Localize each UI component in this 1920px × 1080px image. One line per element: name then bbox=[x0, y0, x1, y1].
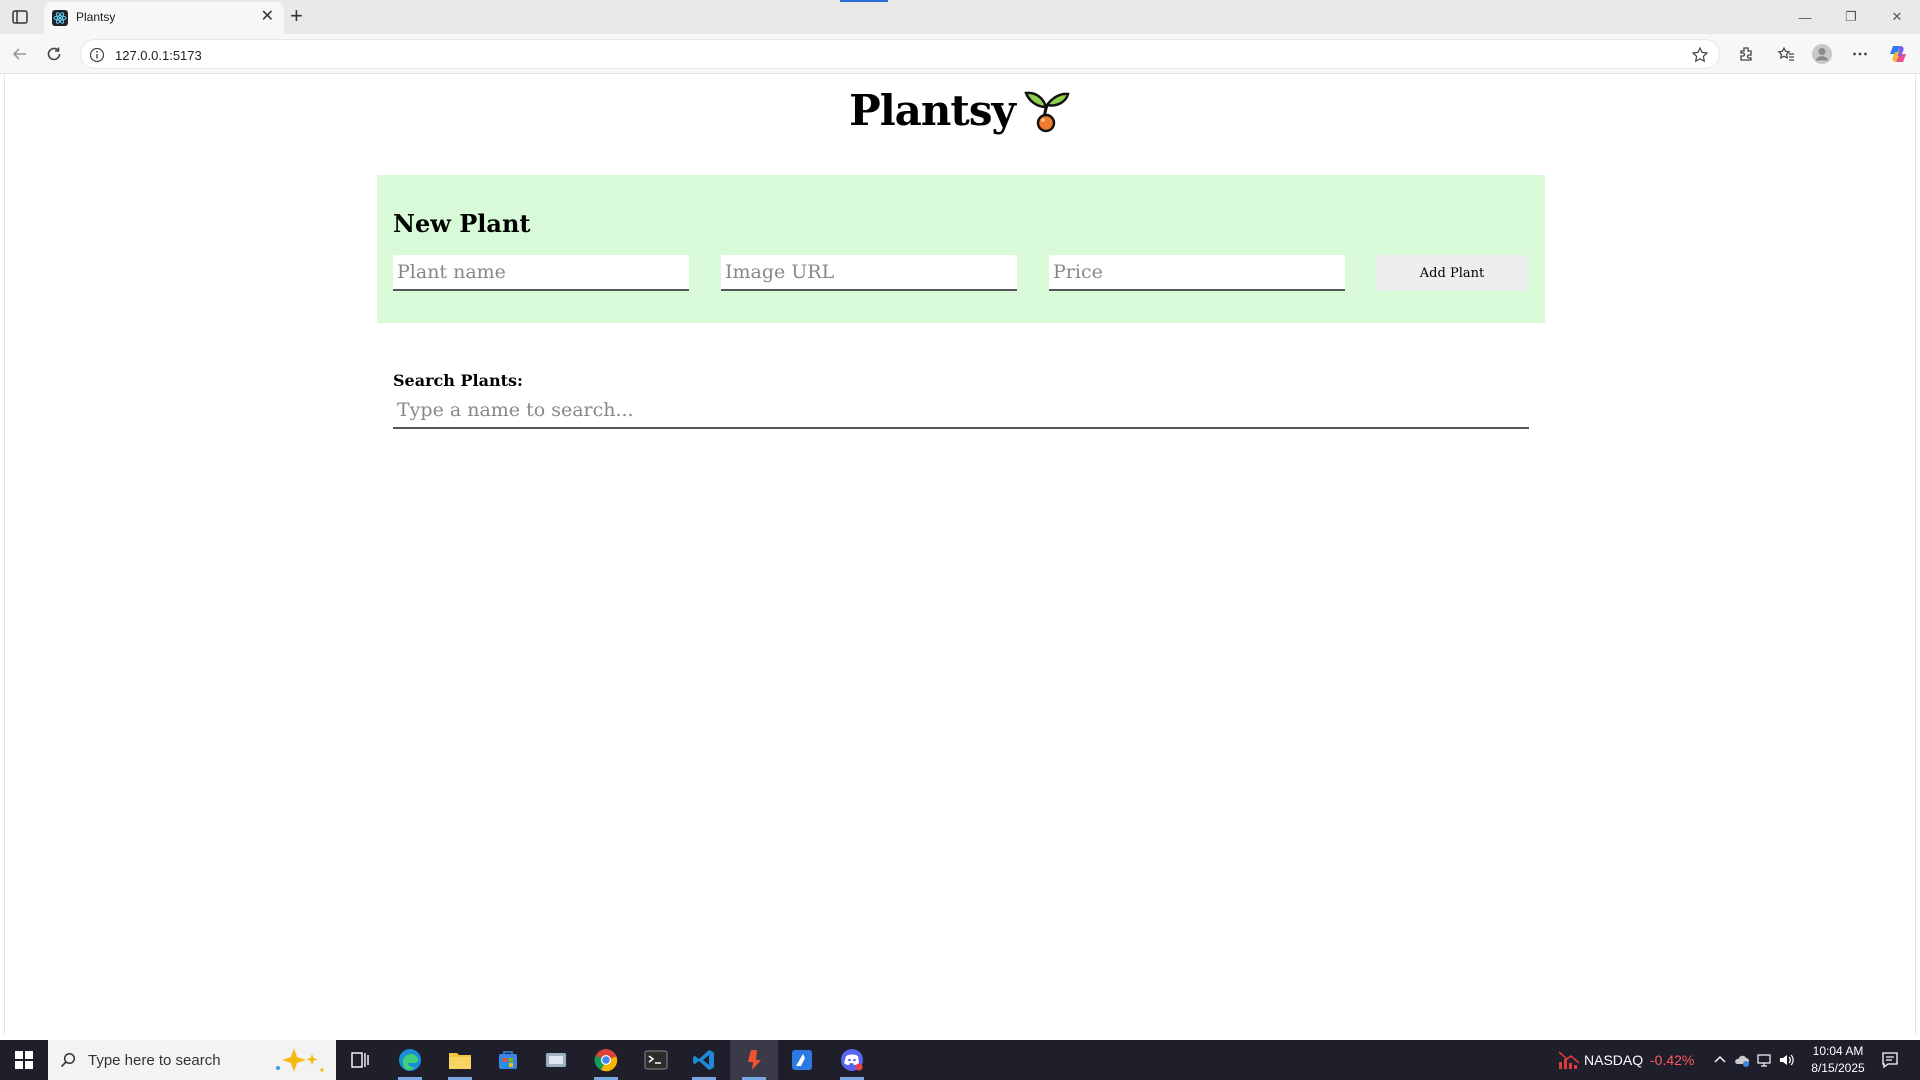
favorite-star-icon[interactable] bbox=[1691, 46, 1709, 64]
clock[interactable]: 10:04 AM 8/15/2025 bbox=[1802, 1043, 1874, 1077]
terminal-icon[interactable] bbox=[632, 1040, 680, 1080]
notifications-icon[interactable] bbox=[1880, 1050, 1900, 1070]
tab-actions-icon[interactable] bbox=[10, 7, 30, 27]
browser-tab[interactable]: Plantsy ✕ bbox=[44, 2, 284, 34]
restore-icon[interactable]: ❐ bbox=[1828, 0, 1874, 34]
stock-ticker-name[interactable]: NASDAQ bbox=[1584, 1052, 1643, 1068]
copilot-icon[interactable] bbox=[1886, 42, 1910, 66]
generic-app-icon[interactable] bbox=[532, 1040, 580, 1080]
microsoft-store-icon[interactable] bbox=[484, 1040, 532, 1080]
stock-down-icon[interactable] bbox=[1558, 1050, 1580, 1070]
page-viewport: Plantsy New Plant Add Plant Search Plant… bbox=[4, 75, 1916, 1035]
back-arrow-icon[interactable] bbox=[8, 42, 32, 66]
chevron-up-icon[interactable] bbox=[1712, 1052, 1728, 1068]
add-plant-button[interactable]: Add Plant bbox=[1377, 255, 1527, 291]
site-title: Plantsy bbox=[849, 85, 1016, 135]
site-header: Plantsy bbox=[5, 85, 1915, 135]
new-tab-icon[interactable]: + bbox=[290, 3, 303, 29]
task-view-icon[interactable] bbox=[336, 1040, 384, 1080]
form-title: New Plant bbox=[393, 209, 531, 238]
refresh-icon[interactable] bbox=[42, 42, 66, 66]
file-explorer-icon[interactable] bbox=[436, 1040, 484, 1080]
taskbar-search-placeholder: Type here to search bbox=[88, 1052, 221, 1069]
window-controls: — ❐ ✕ bbox=[1782, 0, 1920, 34]
network-icon[interactable] bbox=[1756, 1052, 1772, 1068]
clock-time: 10:04 AM bbox=[1812, 1044, 1864, 1058]
image-url-input[interactable] bbox=[721, 255, 1017, 291]
git-app-icon[interactable] bbox=[730, 1040, 778, 1080]
onedrive-icon[interactable] bbox=[1734, 1052, 1750, 1068]
sprout-icon bbox=[1021, 85, 1071, 135]
react-favicon-icon bbox=[52, 10, 68, 26]
discord-app-icon[interactable] bbox=[828, 1040, 876, 1080]
address-bar[interactable]: 127.0.0.1:5173 bbox=[80, 39, 1720, 69]
clock-date: 8/15/2025 bbox=[1811, 1061, 1865, 1075]
minimize-icon[interactable]: — bbox=[1782, 0, 1828, 34]
tab-title: Plantsy bbox=[76, 10, 116, 24]
loading-indicator bbox=[840, 0, 888, 2]
more-options-icon[interactable] bbox=[1848, 42, 1872, 66]
new-plant-form: New Plant Add Plant bbox=[377, 175, 1545, 323]
extensions-icon[interactable] bbox=[1734, 42, 1758, 66]
taskbar-search-box[interactable]: Type here to search bbox=[48, 1040, 336, 1080]
vscode-icon[interactable] bbox=[680, 1040, 728, 1080]
browser-tab-strip: Plantsy ✕ + — ❐ ✕ bbox=[0, 0, 1920, 34]
windows-start-icon[interactable] bbox=[0, 1040, 48, 1080]
windows-taskbar: Type here to search NASDAQ -0.42% 10:04 … bbox=[0, 1040, 1920, 1080]
close-window-icon[interactable]: ✕ bbox=[1874, 0, 1920, 34]
blue-app-icon[interactable] bbox=[778, 1040, 826, 1080]
volume-icon[interactable] bbox=[1778, 1052, 1794, 1068]
profile-avatar-icon[interactable] bbox=[1810, 42, 1834, 66]
close-tab-icon[interactable]: ✕ bbox=[261, 8, 274, 26]
sparkle-icon bbox=[264, 1044, 328, 1076]
favorites-icon[interactable] bbox=[1774, 42, 1798, 66]
logo: Plantsy bbox=[849, 85, 1071, 135]
plant-name-input[interactable] bbox=[393, 255, 689, 291]
search-label: Search Plants: bbox=[393, 371, 523, 390]
chrome-icon[interactable] bbox=[582, 1040, 630, 1080]
search-icon bbox=[60, 1052, 76, 1068]
price-input[interactable] bbox=[1049, 255, 1345, 291]
site-info-icon[interactable] bbox=[89, 47, 105, 63]
browser-toolbar: 127.0.0.1:5173 bbox=[0, 34, 1920, 74]
search-input[interactable] bbox=[393, 393, 1529, 429]
url-text: 127.0.0.1:5173 bbox=[115, 48, 202, 63]
edge-browser-icon[interactable] bbox=[386, 1040, 434, 1080]
stock-change[interactable]: -0.42% bbox=[1650, 1052, 1694, 1068]
